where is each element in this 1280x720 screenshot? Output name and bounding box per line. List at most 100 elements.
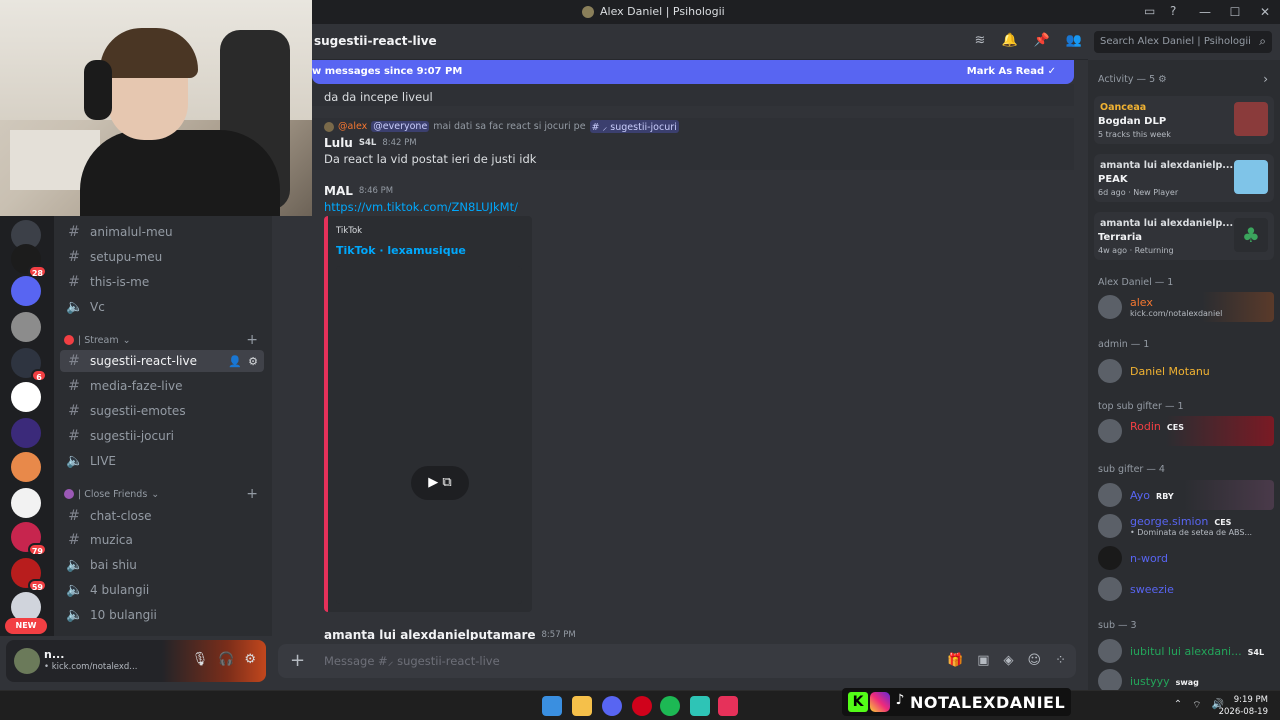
help-icon[interactable]: ? [1170,4,1176,18]
reply-preview[interactable]: @alex @everyone mai dati sa fac react si… [324,120,679,133]
channel-sugestii-jocuri[interactable]: # sugestii-jocuri [60,425,264,447]
channel-4-bulangii[interactable]: 🔈 4 bulangii [60,579,264,601]
message-composer[interactable]: + Message #⸝ sugestii-react-live 🎁 ▣ ◈ ☺… [278,644,1076,678]
channel-10-bulangii[interactable]: 🔈 10 bulangii [60,604,264,626]
discord-icon[interactable] [602,696,622,716]
chevron-up-icon[interactable]: ⌃ [1174,699,1182,712]
gift-icon[interactable]: 🎁 [947,653,963,668]
activity-card[interactable]: amanta lui alexdanielp... Terraria 4w ag… [1094,212,1274,260]
wifi-icon[interactable]: ⌔ [1192,699,1201,712]
headphones-icon[interactable]: 🎧 [218,652,234,667]
user-name[interactable]: n... [44,648,64,661]
member-row[interactable]: george.simion CES • Dominata de setea de … [1094,511,1274,541]
channel-animalul-meu[interactable]: # animalul-meu [60,221,264,243]
start-icon[interactable] [542,696,562,716]
member-row[interactable]: alex kick.com/notalexdaniel [1094,292,1274,322]
create-channel-icon[interactable]: + [246,332,258,348]
bell-icon[interactable]: 🔔 [1001,33,1017,48]
avatar[interactable] [14,648,40,674]
timestamp: 8:57 PM [541,630,576,640]
avatar [1098,483,1122,507]
channel-sugestii-emotes[interactable]: # sugestii-emotes [60,400,264,422]
tiktok-icon[interactable] [718,696,738,716]
guild-tag: CES [1214,518,1232,527]
member-row[interactable]: Rodin CES [1094,416,1274,446]
server-icon[interactable] [11,418,41,448]
hash-icon: # [68,403,80,419]
inbox-icon[interactable]: ▭ [1144,4,1155,18]
server-icon[interactable] [11,452,41,482]
chevron-right-icon[interactable]: › [1263,72,1268,86]
activity-card[interactable]: Oanceaa Bogdan DLP 5 tracks this week [1094,96,1274,144]
server-icon[interactable] [11,488,41,518]
member-list-icon[interactable]: 👥 [1066,33,1082,48]
spotify-icon[interactable] [660,696,680,716]
channel-setupu-meu[interactable]: # setupu-meu [60,246,264,268]
server-icon[interactable] [11,312,41,342]
steam-server-icon[interactable] [11,382,41,412]
gear-icon[interactable]: ⚙ [244,652,256,667]
server-icon[interactable]: 6 [11,348,47,382]
pin-icon[interactable]: 📌 [1034,33,1050,48]
discord-window: Alex Daniel | Psihologii ▭ ? — ☐ ✕ 28 6 … [0,0,1280,720]
embed-title[interactable]: TikTok · lexamusique [336,244,466,257]
play-icon[interactable]: ▶ ⧉ [411,466,469,500]
avatar [1098,669,1122,690]
category-close-friends[interactable]: | Close Friends ⌄ + [64,486,264,502]
gif-icon[interactable]: ▣ [977,653,989,668]
attach-plus-icon[interactable]: + [290,650,305,671]
channel-media-faze-live[interactable]: # media-faze-live [60,375,264,397]
mark-as-read-button[interactable]: Mark As Read ✓ [967,66,1056,77]
channel-bai-shiu[interactable]: 🔈 bai shiu [60,554,264,576]
server-icon[interactable] [11,276,41,306]
clock[interactable]: 9:19 PM 2026-08-19 [1219,694,1268,718]
hash-icon: # [68,378,80,394]
apps-icon[interactable]: ⁘ [1055,653,1066,668]
channel-muzica[interactable]: # muzica [60,529,264,551]
gear-icon[interactable]: ⚙ [1158,74,1167,85]
activity-card[interactable]: amanta lui alexdanielp... PEAK 6d ago · … [1094,154,1274,202]
category-stream[interactable]: | Stream ⌄ + [64,332,264,348]
microphone-icon[interactable]: 🎙 [192,652,209,667]
guild-tag: CES [1166,423,1184,432]
member-row[interactable]: n-word [1094,543,1274,573]
server-icon[interactable]: 79 [11,522,47,556]
member-row[interactable]: Ayo RBY [1094,480,1274,510]
sticker-icon[interactable]: ◈ [1004,653,1014,668]
channel-live[interactable]: 🔈 LIVE [60,450,264,472]
tiktok-logo-icon: ♪ [895,692,905,708]
opera-icon[interactable] [632,696,652,716]
member-row[interactable]: iustyyy swag [1094,666,1274,690]
threads-icon[interactable]: ≋ [975,33,986,48]
social-overlay: K ♪ NOTALEXDANIEL [842,688,1072,716]
message-input[interactable]: Message #⸝ sugestii-react-live [324,654,500,669]
maximize-button[interactable]: ☐ [1220,5,1250,19]
server-icon[interactable]: 28 [11,244,47,278]
search-input[interactable]: Search Alex Daniel | Psihologii ⌕ [1094,31,1272,53]
app-icon[interactable] [690,696,710,716]
create-channel-icon[interactable]: + [246,486,258,502]
member-row[interactable]: Daniel Motanu [1094,356,1274,386]
message-link[interactable]: https://vm.tiktok.com/ZN8LUJkMt/ [324,200,518,214]
emoji-icon[interactable]: ☺ [1028,653,1042,668]
gear-icon[interactable]: ⚙ [248,355,258,368]
channel-this-is-me[interactable]: # this-is-me [60,271,264,293]
speaker-icon: 🔈 [66,557,84,573]
channel-sugestii-react-live[interactable]: # sugestii-react-live 👤 ⚙ [60,350,264,372]
embed-video[interactable]: ▶ ⧉ [336,266,522,604]
channel-chat-close[interactable]: # chat-close [60,505,264,527]
system-tray[interactable]: ⌃ ⌔ 🔊 [1174,699,1224,712]
section-header: Alex Daniel — 1 [1098,277,1174,288]
section-header: top sub gifter — 1 [1098,401,1184,412]
server-icon[interactable]: 59 [11,558,47,592]
invite-icon[interactable]: 👤 [228,355,242,368]
avatar [1098,577,1122,601]
speaker-icon: 🔈 [66,582,84,598]
new-messages-bar[interactable]: w messages since 9:07 PM Mark As Read ✓ [312,60,1074,84]
channel-vc[interactable]: 🔈 Vc [60,296,264,318]
file-explorer-icon[interactable] [572,696,592,716]
member-row[interactable]: sweezie [1094,574,1274,604]
close-button[interactable]: ✕ [1250,5,1280,19]
member-row[interactable]: iubitul lui alexdani... S4L [1094,636,1274,666]
minimize-button[interactable]: — [1190,5,1220,19]
